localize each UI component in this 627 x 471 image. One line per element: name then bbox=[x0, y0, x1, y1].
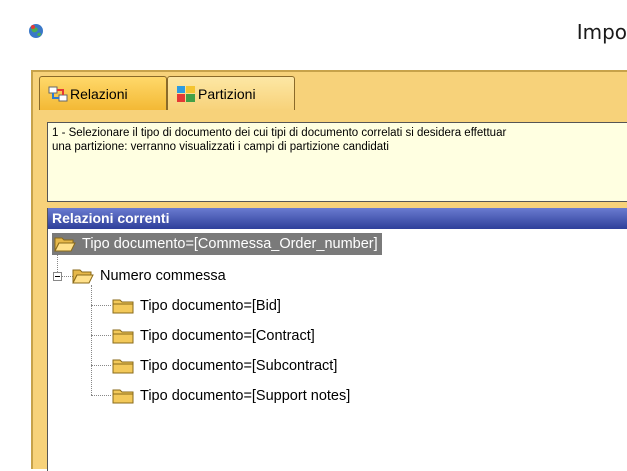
tree-node-child-label: Tipo documento=[Contract] bbox=[140, 328, 315, 344]
tree-node-root[interactable]: Tipo documento=[Commessa_Order_number] bbox=[52, 233, 382, 255]
tab-relazioni[interactable]: Relazioni bbox=[39, 76, 167, 110]
relations-panel-header: Relazioni correnti bbox=[48, 208, 627, 229]
title-bar: Impo bbox=[0, 0, 627, 70]
folder-closed-icon bbox=[112, 389, 134, 404]
tree-connector bbox=[91, 335, 111, 336]
main-frame: Relazioni Partizioni 1 - Selezionare il … bbox=[31, 70, 627, 471]
folder-closed-icon bbox=[112, 359, 134, 374]
tree-node-child-label: Tipo documento=[Support notes] bbox=[140, 388, 351, 404]
relations-panel: Relazioni correnti Tipo documento=[Comme… bbox=[47, 208, 627, 471]
tab-partizioni-label: Partizioni bbox=[198, 85, 256, 102]
folder-closed-icon bbox=[112, 299, 134, 314]
folder-open-icon bbox=[54, 237, 76, 252]
tree-node-root-label: Tipo documento=[Commessa_Order_number] bbox=[82, 236, 378, 252]
folder-open-icon bbox=[72, 269, 94, 284]
tree-connector bbox=[91, 305, 111, 306]
collapse-toggle[interactable] bbox=[53, 272, 62, 281]
relations-icon bbox=[48, 86, 68, 101]
tree-node-child[interactable]: Tipo documento=[Subcontract] bbox=[112, 355, 337, 377]
instructions-line-2: una partizione: verranno visualizzati i … bbox=[52, 141, 389, 153]
instructions-box: 1 - Selezionare il tipo di documento dei… bbox=[47, 122, 627, 202]
tree-node-child-label: Tipo documento=[Subcontract] bbox=[140, 358, 338, 374]
tree-connector bbox=[91, 285, 92, 395]
folder-closed-icon bbox=[112, 329, 134, 344]
instructions-line-1: 1 - Selezionare il tipo di documento dei… bbox=[52, 127, 507, 139]
tree-connector bbox=[91, 365, 111, 366]
app-globe-icon bbox=[29, 24, 43, 38]
tree-node-child[interactable]: Tipo documento=[Support notes] bbox=[112, 385, 350, 407]
tree-connector bbox=[91, 395, 111, 396]
window-title: Impo bbox=[576, 20, 627, 44]
tree-node-child-label: Tipo documento=[Bid] bbox=[140, 298, 281, 314]
tree-node-group-label: Numero commessa bbox=[100, 268, 226, 284]
tab-relazioni-label: Relazioni bbox=[70, 85, 128, 102]
tree-node-child[interactable]: Tipo documento=[Bid] bbox=[112, 295, 281, 317]
tab-partizioni[interactable]: Partizioni bbox=[167, 76, 295, 110]
tree-node-child[interactable]: Tipo documento=[Contract] bbox=[112, 325, 315, 347]
partitions-icon bbox=[177, 85, 195, 102]
tree-node-group[interactable]: Numero commessa bbox=[72, 265, 226, 287]
